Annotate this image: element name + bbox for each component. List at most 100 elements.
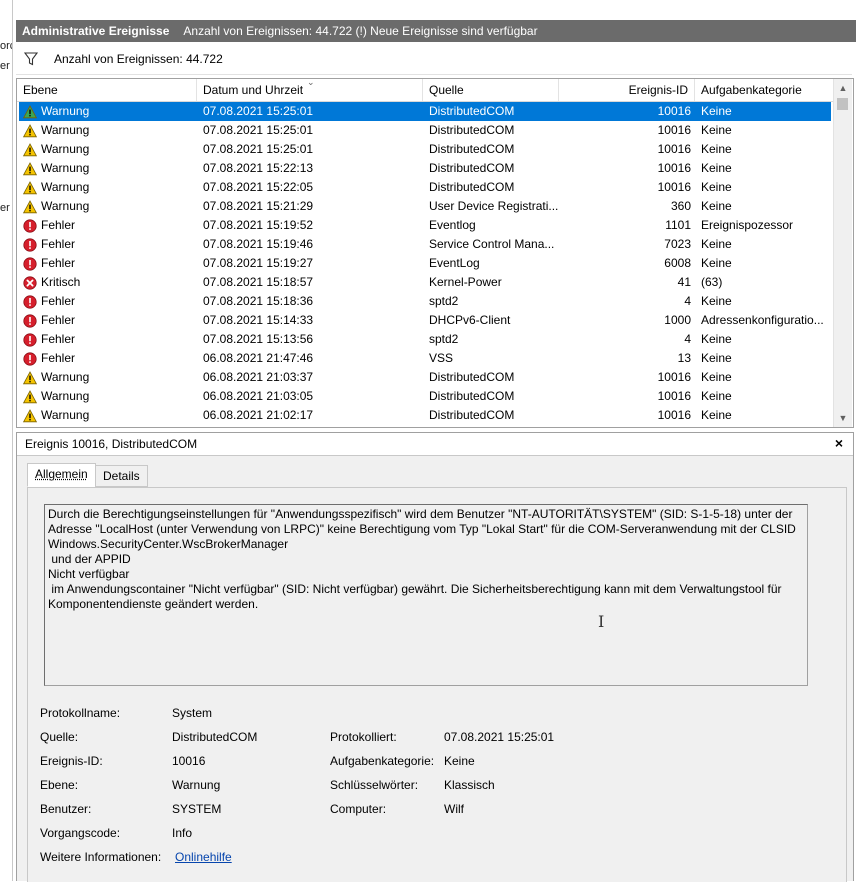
event-count: Anzahl von Ereignissen: 44.722 (54, 52, 223, 66)
error-icon (23, 237, 37, 252)
cell-event-id: 1000 (664, 313, 691, 327)
error-icon (23, 313, 37, 328)
cell-level-text: Warnung (41, 161, 90, 175)
scroll-thumb[interactable] (837, 98, 848, 110)
prop-label: Aufgabenkategorie: (330, 754, 435, 768)
cell-level-text: Fehler (41, 218, 76, 232)
column-header-level[interactable]: Ebene (17, 79, 197, 101)
cell-source: VSS (429, 351, 454, 365)
table-row[interactable]: Warnung 06.08.2021 21:03:37 DistributedCOM… (19, 368, 831, 387)
cell-event-id: 41 (677, 275, 691, 289)
warning-icon (23, 370, 37, 384)
online-help-link[interactable]: Onlinehilfe (175, 850, 232, 864)
general-tab-panel: Durch die Berechtigungseinstellungen für… (27, 487, 847, 882)
cell-category: (63) (701, 275, 723, 289)
cell-event-id: 1101 (665, 218, 691, 232)
cell-source: User Device Registrati... (429, 199, 559, 213)
table-row[interactable]: Fehler 07.08.2021 15:13:56 sptd2 4 Keine (19, 330, 831, 349)
warning-icon (23, 142, 37, 156)
prop-label: Protokolliert: (330, 730, 397, 744)
error-icon (23, 256, 37, 271)
table-row[interactable]: Warnung 07.08.2021 15:22:05 DistributedCOM… (19, 178, 831, 197)
left-pane-text: er (0, 202, 10, 214)
warning-icon (23, 180, 37, 194)
cell-event-id: 10016 (657, 180, 691, 194)
column-header-event-id[interactable]: Ereignis-ID (559, 79, 695, 101)
column-header-category[interactable]: Aufgabenkategorie (695, 79, 833, 101)
cell-source: DistributedCOM (429, 389, 515, 403)
cell-category: Keine (701, 180, 732, 194)
filter-icon[interactable] (24, 52, 38, 66)
cell-event-id: 10016 (657, 123, 691, 137)
cell-category: Keine (701, 161, 732, 175)
cell-level-text: Fehler (41, 256, 76, 270)
prop-label: Quelle: (40, 730, 79, 744)
view-subtitle: Anzahl von Ereignissen: 44.722 (!) Neue … (183, 24, 538, 38)
cell-level-text: Fehler (41, 313, 76, 327)
grid-scrollbar[interactable]: ▲ ▼ (833, 79, 852, 427)
error-icon (23, 332, 37, 347)
detail-title: Ereignis 10016, DistributedCOM (25, 437, 198, 451)
cell-category: Keine (701, 123, 732, 137)
cell-source: sptd2 (429, 294, 459, 308)
table-row[interactable]: Fehler 07.08.2021 15:14:33 DHCPv6-Client 10… (19, 311, 831, 330)
cell-date: 07.08.2021 15:18:57 (203, 275, 314, 289)
table-row[interactable]: Fehler 06.08.2021 21:47:46 VSS 13 Keine (19, 349, 831, 368)
cell-date: 07.08.2021 15:19:27 (203, 256, 314, 270)
cell-event-id: 10016 (657, 161, 691, 175)
tab-details[interactable]: Details (95, 465, 148, 487)
left-pane-edge: orc er er (0, 0, 13, 881)
cell-level-text: Fehler (41, 237, 76, 251)
prop-label: Schlüsselwörter: (330, 778, 419, 792)
cell-level: Fehler (23, 330, 201, 349)
table-row[interactable]: Fehler 07.08.2021 15:18:36 sptd2 4 Keine (19, 292, 831, 311)
table-row[interactable]: Warnung 07.08.2021 15:25:01 DistributedCOM… (19, 102, 831, 121)
table-row[interactable]: Fehler 07.08.2021 15:19:46 Service Control… (19, 235, 831, 254)
cell-date: 07.08.2021 15:25:01 (203, 142, 314, 156)
table-row[interactable]: Fehler 07.08.2021 15:19:27 EventLog 6008 Kei… (19, 254, 831, 273)
cell-event-id: 360 (670, 199, 691, 213)
cell-level: Warnung (23, 406, 201, 425)
cell-level: Warnung (23, 121, 201, 140)
prop-value: Keine (444, 754, 475, 768)
table-row[interactable]: Warnung 07.08.2021 15:25:01 DistributedCOM… (19, 140, 831, 159)
table-row[interactable]: Kritisch 07.08.2021 15:18:57 Kernel-Power 4… (19, 273, 831, 292)
table-row[interactable]: Warnung 06.08.2021 21:02:17 DistributedCOM… (19, 406, 831, 425)
table-row[interactable]: Fehler 07.08.2021 15:19:52 Eventlog 1101 Ere… (19, 216, 831, 235)
table-row[interactable]: Warnung 07.08.2021 15:22:13 DistributedCOM… (19, 159, 831, 178)
tab-allgemein[interactable]: Allgemein (27, 463, 96, 487)
view-titlebar: Administrative Ereignisse Anzahl von Ere… (16, 20, 856, 42)
scroll-up-icon[interactable]: ▲ (834, 79, 852, 97)
cell-date: 07.08.2021 15:25:01 (203, 123, 314, 137)
prop-value: DistributedCOM (172, 730, 258, 744)
scroll-down-icon[interactable]: ▼ (834, 409, 852, 427)
column-header-source[interactable]: Quelle (423, 79, 559, 101)
cell-date: 07.08.2021 15:18:36 (203, 294, 314, 308)
table-row[interactable]: Warnung 07.08.2021 15:25:01 DistributedCOM… (19, 121, 831, 140)
cell-event-id: 6008 (664, 256, 691, 270)
prop-value: System (172, 706, 213, 720)
event-message[interactable]: Durch die Berechtigungseinstellungen für… (44, 504, 808, 686)
cell-level: Fehler (23, 311, 201, 330)
cell-level: Warnung (23, 159, 201, 178)
cell-date: 06.08.2021 21:02:17 (203, 408, 314, 422)
table-row[interactable]: Warnung 06.08.2021 21:03:05 DistributedCOM… (19, 387, 831, 406)
prop-value: SYSTEM (172, 802, 222, 816)
cell-event-id: 10016 (657, 104, 691, 118)
critical-icon (23, 275, 37, 290)
cell-level-text: Fehler (41, 332, 76, 346)
events-grid[interactable]: Ebene Datum und Uhrzeit ⌄ Quelle Ereigni… (16, 78, 854, 428)
prop-value: Info (172, 826, 193, 840)
cell-event-id: 4 (684, 332, 691, 346)
cell-category: Keine (701, 104, 732, 118)
warning-icon (23, 161, 37, 175)
cell-source: DistributedCOM (429, 123, 515, 137)
tab-details-label: Details (103, 469, 140, 483)
cell-date: 07.08.2021 15:21:29 (203, 199, 314, 213)
error-icon (23, 294, 37, 309)
close-icon[interactable]: × (835, 435, 843, 451)
cell-category: Keine (701, 142, 732, 156)
cell-date: 07.08.2021 15:22:13 (203, 161, 314, 175)
table-row[interactable]: Warnung 07.08.2021 15:21:29 User Device Re… (19, 197, 831, 216)
cell-source: DistributedCOM (429, 104, 515, 118)
